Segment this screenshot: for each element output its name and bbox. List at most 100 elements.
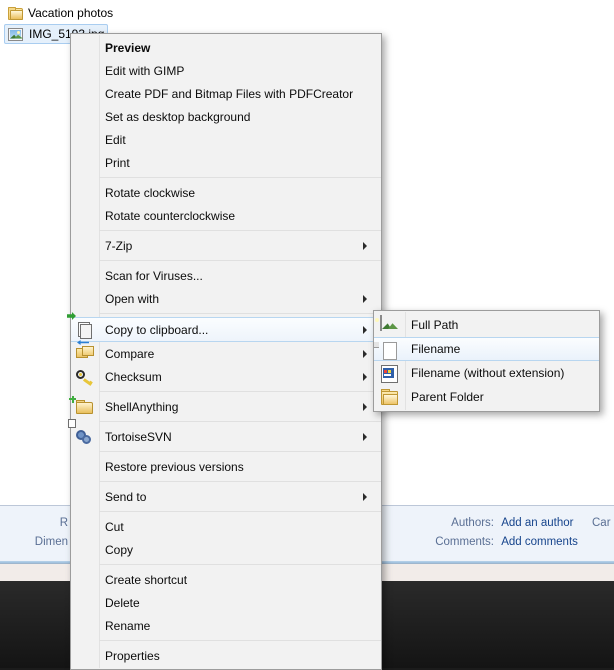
details-column-middle: Authors: Add an author Comments: Add com… <box>420 514 578 552</box>
menu-item-edit[interactable]: Edit <box>71 128 381 151</box>
menu-item-label: Filename (without extension) <box>411 366 565 380</box>
menu-item-label: Copy to clipboard... <box>105 322 209 337</box>
menu-item-label: Rename <box>105 618 151 633</box>
menu-item-copy-to-clipboard[interactable]: Copy to clipboard... <box>67 312 381 342</box>
menu-item-properties[interactable]: Properties <box>71 644 381 667</box>
menu-item-label: Edit <box>105 132 126 147</box>
menu-separator <box>99 313 381 314</box>
gears-icon <box>68 419 93 445</box>
copy-to-clipboard-icon <box>67 312 93 339</box>
menu-separator <box>99 511 381 512</box>
details-field: Dimen <box>34 536 68 548</box>
menu-item-label: Full Path <box>411 318 459 332</box>
submenu-arrow-icon <box>363 349 367 358</box>
menu-item-shellanything[interactable]: ShellAnything <box>69 395 381 418</box>
details-column-left: R Dimen <box>0 514 68 552</box>
picture-icon <box>8 27 23 41</box>
menu-item-open-with[interactable]: Open with <box>71 287 381 310</box>
menu-item-checksum[interactable]: Checksum <box>71 365 381 388</box>
submenu-arrow-icon <box>363 325 367 334</box>
menu-item-print[interactable]: Print <box>71 151 381 174</box>
menu-item-label: Set as desktop background <box>105 109 251 124</box>
menu-separator <box>99 481 381 482</box>
menu-item-tortoisesvn[interactable]: TortoiseSVN <box>68 419 381 448</box>
context-menu[interactable]: Preview Edit with GIMP Create PDF and Bitm… <box>67 33 382 670</box>
menu-item-7-zip[interactable]: 7-Zip <box>71 234 381 257</box>
folder-icon <box>8 6 23 20</box>
menu-separator <box>99 421 381 422</box>
menu-item-rename[interactable]: Rename <box>71 614 381 637</box>
list-item[interactable]: Vacation photos <box>4 3 117 22</box>
menu-item-label: TortoiseSVN <box>105 429 172 444</box>
menu-item-restore-previous-versions[interactable]: Restore previous versions <box>71 455 381 478</box>
menu-item-label: Restore previous versions <box>105 459 244 474</box>
menu-item-label: Filename <box>411 342 461 356</box>
menu-item-label: Rotate counterclockwise <box>105 208 236 223</box>
folder-icon <box>380 388 399 407</box>
menu-item-label: Delete <box>105 595 140 610</box>
menu-item-label: Compare <box>105 346 155 361</box>
menu-item-create-pdf-and-bitmap-files-with-pdfcreator[interactable]: Create PDF and Bitmap Files with PDFCrea… <box>71 82 381 105</box>
menu-separator <box>99 177 381 178</box>
menu-item-label: Copy <box>105 542 134 557</box>
menu-item-label: Create shortcut <box>105 572 188 587</box>
menu-item-label: 7-Zip <box>105 238 133 253</box>
menu-item-send-to[interactable]: Send to <box>71 485 381 508</box>
menu-item-compare[interactable]: Compare <box>71 340 381 365</box>
key-icon <box>76 368 93 386</box>
menu-item-label: Cut <box>105 519 124 534</box>
menu-item-scan-for-viruses[interactable]: Scan for Viruses... <box>71 264 381 287</box>
add-comments-link[interactable]: Add comments <box>501 536 578 548</box>
page-icon <box>373 341 399 360</box>
menu-item-label: Scan for Viruses... <box>105 268 203 283</box>
folder-plus-icon <box>69 396 93 415</box>
details-field: R <box>59 517 68 529</box>
menu-item-label: Edit with GIMP <box>105 63 185 78</box>
menu-separator <box>99 230 381 231</box>
details-field-authors: Authors: Add an author <box>451 517 574 529</box>
menu-item-label: Print <box>105 155 130 170</box>
menu-item-label: ShellAnything <box>105 399 179 414</box>
submenu-arrow-icon <box>363 432 367 441</box>
menu-item-label: Rotate clockwise <box>105 185 196 200</box>
menu-separator <box>99 260 381 261</box>
menu-item-label: Parent Folder <box>411 390 484 404</box>
submenu-arrow-icon <box>363 372 367 381</box>
menu-item-label: Send to <box>105 489 147 504</box>
menu-item-rotate-counterclockwise[interactable]: Rotate counterclockwise <box>71 204 381 227</box>
menu-item-label: Create PDF and Bitmap Files with PDFCrea… <box>105 86 354 101</box>
menu-item-full-path[interactable]: Full Path <box>374 313 599 337</box>
menu-separator <box>99 451 381 452</box>
menu-separator <box>99 391 381 392</box>
details-field-camera: Car <box>592 517 611 529</box>
menu-item-set-as-desktop-background[interactable]: Set as desktop background <box>71 105 381 128</box>
picture-icon <box>375 315 399 335</box>
menu-item-cut[interactable]: Cut <box>71 515 381 538</box>
menu-item-label: Properties <box>105 648 160 663</box>
details-column-right: Car <box>592 514 611 533</box>
menu-item-rotate-clockwise[interactable]: Rotate clockwise <box>71 181 381 204</box>
menu-separator <box>99 640 381 641</box>
details-field-comments: Comments: Add comments <box>435 536 578 548</box>
submenu-arrow-icon <box>363 241 367 250</box>
submenu-arrow-icon <box>363 402 367 411</box>
menu-item-delete[interactable]: Delete <box>71 591 381 614</box>
page-picture-icon <box>380 364 399 383</box>
submenu-arrow-icon <box>363 492 367 501</box>
menu-item-parent-folder[interactable]: Parent Folder <box>374 385 599 409</box>
menu-item-create-shortcut[interactable]: Create shortcut <box>71 568 381 591</box>
submenu-arrow-icon <box>363 294 367 303</box>
menu-item-preview[interactable]: Preview <box>71 36 381 59</box>
menu-item-edit-with-gimp[interactable]: Edit with GIMP <box>71 59 381 82</box>
list-item-label: Vacation photos <box>28 5 114 20</box>
menu-separator <box>99 564 381 565</box>
menu-item-copy[interactable]: Copy <box>71 538 381 561</box>
compare-folders-icon <box>76 340 94 362</box>
menu-item-label: Checksum <box>105 369 162 384</box>
menu-item-filename-without-extension[interactable]: Filename (without extension) <box>374 361 599 385</box>
menu-item-filename[interactable]: Filename <box>373 337 599 361</box>
menu-item-label: Open with <box>105 291 160 306</box>
copy-to-clipboard-submenu[interactable]: Full Path Filename Filename (without exten… <box>373 310 600 412</box>
menu-item-label: Preview <box>105 40 151 55</box>
add-author-link[interactable]: Add an author <box>501 517 573 529</box>
